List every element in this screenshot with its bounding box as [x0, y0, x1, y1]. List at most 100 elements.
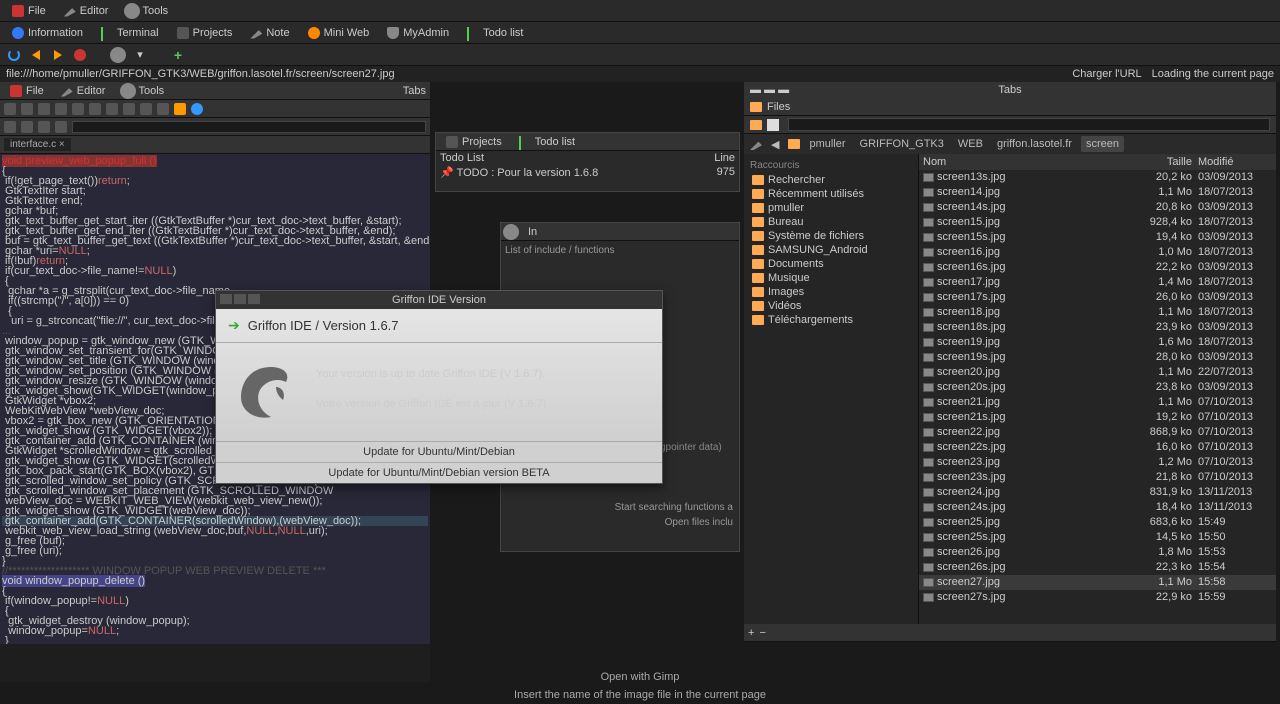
file-row[interactable]: screen24s.jpg18,4 ko13/11/2013: [919, 500, 1276, 515]
add-shortcut[interactable]: +: [748, 627, 754, 639]
forward-button[interactable]: [50, 47, 66, 63]
code-menu-file[interactable]: File: [4, 83, 50, 99]
sidebar-item[interactable]: Bureau: [748, 215, 914, 229]
path-seg[interactable]: pmuller: [804, 136, 850, 152]
menu-todolist[interactable]: Todo list: [461, 25, 529, 41]
tb-icon[interactable]: [55, 103, 67, 115]
search-icon[interactable]: [4, 121, 16, 133]
file-row[interactable]: screen27s.jpg22,9 ko15:59: [919, 590, 1276, 605]
menu-information[interactable]: Information: [6, 25, 89, 41]
sidebar-item[interactable]: Téléchargements: [748, 313, 914, 327]
sidebar-item[interactable]: Documents: [748, 257, 914, 271]
col-size[interactable]: Taille: [1132, 156, 1192, 168]
win-btn[interactable]: [248, 294, 260, 304]
file-row[interactable]: screen21.jpg1,1 Mo07/10/2013: [919, 395, 1276, 410]
file-row[interactable]: screen22.jpg868,9 ko07/10/2013: [919, 425, 1276, 440]
sidebar-item[interactable]: Musique: [748, 271, 914, 285]
tb-icon[interactable]: [140, 103, 152, 115]
new-file-icon[interactable]: [767, 119, 779, 131]
tb-icon[interactable]: [123, 103, 135, 115]
tb-icon[interactable]: [157, 103, 169, 115]
file-row[interactable]: screen24.jpg831,9 ko13/11/2013: [919, 485, 1276, 500]
sidebar-item[interactable]: Rechercher: [748, 173, 914, 187]
file-row[interactable]: screen20s.jpg23,8 ko03/09/2013: [919, 380, 1276, 395]
file-row[interactable]: screen23s.jpg21,8 ko07/10/2013: [919, 470, 1276, 485]
tool-icon[interactable]: [55, 121, 67, 133]
file-row[interactable]: screen25s.jpg14,5 ko15:50: [919, 530, 1276, 545]
path-seg-current[interactable]: screen: [1081, 136, 1124, 152]
back-button[interactable]: [28, 47, 44, 63]
home-folder-icon[interactable]: [788, 139, 800, 149]
menu-file[interactable]: File: [6, 3, 52, 19]
help-icon[interactable]: [191, 103, 203, 115]
files-tab[interactable]: Files: [767, 101, 790, 113]
menu-note[interactable]: Note: [244, 25, 295, 41]
sidebar-item[interactable]: SAMSUNG_Android: [748, 243, 914, 257]
update-beta-button[interactable]: Update for Ubuntu/Mint/Debian version BE…: [216, 462, 662, 483]
code-menu-editor[interactable]: Editor: [55, 83, 112, 99]
file-row[interactable]: screen19.jpg1,6 Mo18/07/2013: [919, 335, 1276, 350]
menu-tools[interactable]: Tools: [120, 3, 174, 19]
remove-shortcut[interactable]: −: [759, 627, 765, 639]
fm-path-input[interactable]: [788, 118, 1270, 131]
file-row[interactable]: screen21s.jpg19,2 ko07/10/2013: [919, 410, 1276, 425]
refresh-button[interactable]: [6, 47, 22, 63]
menu-editor[interactable]: Editor: [58, 3, 115, 19]
file-row[interactable]: screen19s.jpg28,0 ko03/09/2013: [919, 350, 1276, 365]
file-row[interactable]: screen17.jpg1,4 Mo18/07/2013: [919, 275, 1276, 290]
menu-miniweb[interactable]: Mini Web: [302, 25, 376, 41]
tb-icon[interactable]: [21, 103, 33, 115]
tool-icon[interactable]: [38, 121, 50, 133]
code-menu-tools[interactable]: Tools: [116, 83, 170, 99]
update-button[interactable]: Update for Ubuntu/Mint/Debian: [216, 441, 662, 462]
win-btn[interactable]: [220, 294, 232, 304]
file-row[interactable]: screen23.jpg1,2 Mo07/10/2013: [919, 455, 1276, 470]
load-url-button[interactable]: Charger l'URL: [1072, 68, 1141, 80]
file-row[interactable]: screen26.jpg1,8 Mo15:53: [919, 545, 1276, 560]
tab-projects[interactable]: Projects: [440, 134, 508, 150]
stop-button[interactable]: [72, 47, 88, 63]
file-row[interactable]: screen26s.jpg22,3 ko15:54: [919, 560, 1276, 575]
add-button[interactable]: +: [170, 47, 186, 63]
file-row[interactable]: screen16.jpg1,0 Mo18/07/2013: [919, 245, 1276, 260]
col-name[interactable]: Nom: [923, 156, 1132, 168]
status-gimp[interactable]: Open with Gimp: [0, 668, 1280, 686]
file-row[interactable]: screen16s.jpg22,2 ko03/09/2013: [919, 260, 1276, 275]
tb-icon[interactable]: [4, 103, 16, 115]
tab-todolist[interactable]: Todo list: [513, 134, 581, 150]
path-seg[interactable]: griffon.lasotel.fr: [992, 136, 1077, 152]
file-row[interactable]: screen27.jpg1,1 Mo15:58: [919, 575, 1276, 590]
file-row[interactable]: screen18s.jpg23,9 ko03/09/2013: [919, 320, 1276, 335]
tb-icon[interactable]: [72, 103, 84, 115]
search-input[interactable]: [72, 121, 426, 133]
file-row[interactable]: screen18.jpg1,1 Mo18/07/2013: [919, 305, 1276, 320]
sidebar-item[interactable]: Système de fichiers: [748, 229, 914, 243]
win-btn[interactable]: [234, 294, 246, 304]
file-row[interactable]: screen15.jpg928,4 ko18/07/2013: [919, 215, 1276, 230]
more-button[interactable]: ▾: [132, 47, 148, 63]
tool-icon[interactable]: [21, 121, 33, 133]
todo-item[interactable]: 📌 TODO : Pour la version 1.6.8: [440, 166, 717, 179]
file-row[interactable]: screen14s.jpg20,8 ko03/09/2013: [919, 200, 1276, 215]
file-row[interactable]: screen25.jpg683,6 ko15:49: [919, 515, 1276, 530]
sidebar-item[interactable]: Vidéos: [748, 299, 914, 313]
path-seg[interactable]: GRIFFON_GTK3: [855, 136, 949, 152]
menu-projects[interactable]: Projects: [171, 25, 239, 41]
file-row[interactable]: screen17s.jpg26,0 ko03/09/2013: [919, 290, 1276, 305]
sidebar-item[interactable]: Récemment utilisés: [748, 187, 914, 201]
file-row[interactable]: screen14.jpg1,1 Mo18/07/2013: [919, 185, 1276, 200]
folder-icon[interactable]: [750, 120, 762, 130]
file-row[interactable]: screen22s.jpg16,0 ko07/10/2013: [919, 440, 1276, 455]
star-icon[interactable]: [174, 103, 186, 115]
sidebar-item[interactable]: Images: [748, 285, 914, 299]
menu-terminal[interactable]: Terminal: [95, 25, 165, 41]
menu-myadmin[interactable]: MyAdmin: [381, 25, 455, 41]
tb-icon[interactable]: [106, 103, 118, 115]
file-row[interactable]: screen15s.jpg19,4 ko03/09/2013: [919, 230, 1276, 245]
file-row[interactable]: screen20.jpg1,1 Mo22/07/2013: [919, 365, 1276, 380]
code-tab-interface[interactable]: interface.c ×: [4, 138, 71, 151]
edit-icon[interactable]: [750, 138, 762, 150]
dialog-titlebar[interactable]: Griffon IDE Version: [216, 291, 662, 309]
settings-button[interactable]: [110, 47, 126, 63]
file-row[interactable]: screen13s.jpg20,2 ko03/09/2013: [919, 170, 1276, 185]
